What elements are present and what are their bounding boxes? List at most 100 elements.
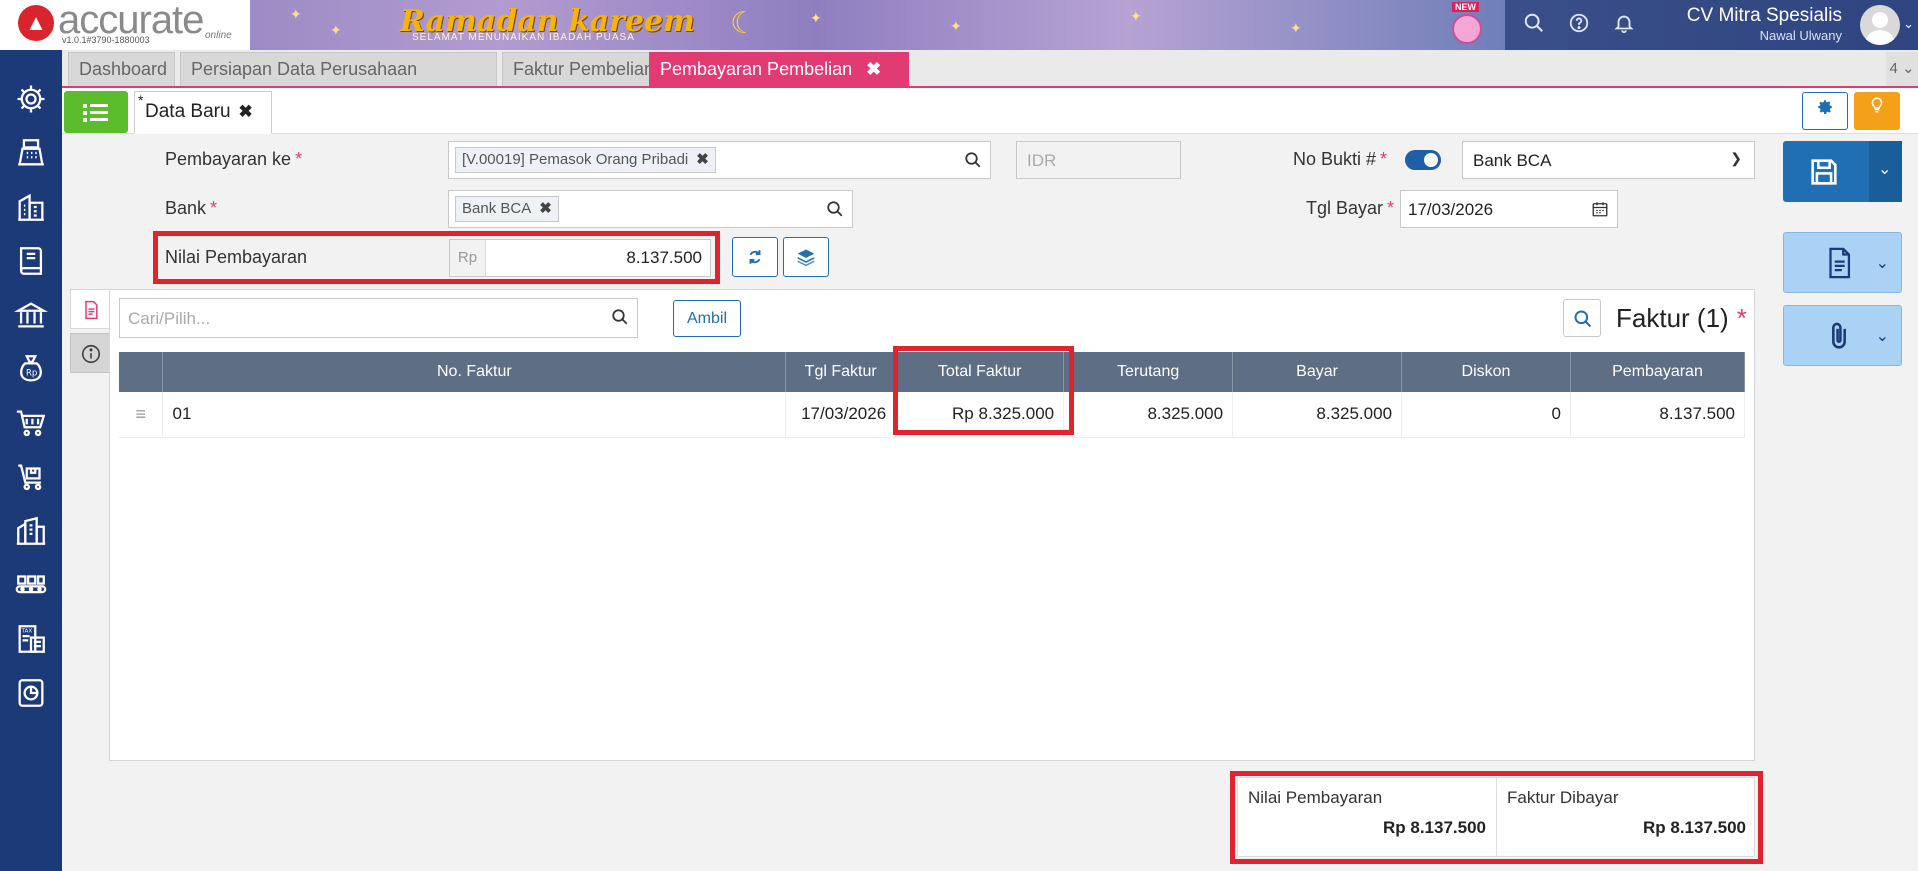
tab-count: 4 — [1889, 60, 1898, 77]
tips-button[interactable] — [1854, 92, 1900, 130]
attachment-button[interactable]: ⌄ — [1783, 305, 1902, 366]
highlight-box-total-faktur — [893, 346, 1074, 435]
invoice-search-input[interactable]: Cari/Pilih... — [119, 298, 638, 338]
print-document-button[interactable]: ⌄ — [1783, 232, 1902, 293]
tab-label: Faktur Pembelian — [513, 59, 655, 79]
tab-dashboard[interactable]: Dashboard — [68, 52, 175, 86]
bank-chip[interactable]: Bank BCA ✖ — [455, 196, 559, 222]
tab-label: Dashboard — [79, 59, 168, 79]
tax-icon[interactable]: TAX — [14, 622, 48, 656]
new-badge: NEW — [1452, 2, 1479, 12]
search-icon[interactable] — [964, 151, 982, 169]
layers-button[interactable] — [783, 237, 829, 277]
ramadan-banner: ✦ ✦ Ramadan kareem SELAMAT MENUNAIKAN IB… — [250, 0, 1505, 50]
pembayaran-ke-field[interactable]: [V.00019] Pemasok Orang Pribadi ✖ — [448, 141, 991, 179]
chevron-down-icon[interactable]: ⌄ — [1903, 16, 1914, 32]
label-text: Tgl Bayar — [1306, 198, 1384, 218]
vendor-chip[interactable]: [V.00019] Pemasok Orang Pribadi ✖ — [455, 147, 716, 173]
column-header-terutang[interactable]: Terutang — [1063, 352, 1234, 392]
settings-button[interactable] — [1802, 92, 1848, 130]
modified-mark: * — [138, 92, 144, 108]
faktur-title: Faktur (1) * — [1616, 303, 1747, 334]
search-icon[interactable] — [826, 200, 844, 218]
money-bag-icon[interactable]: Rp — [14, 352, 48, 386]
column-header-bayar[interactable]: Bayar — [1232, 352, 1403, 392]
tgl-bayar-label: Tgl Bayar * — [1306, 198, 1394, 219]
star-icon: ✦ — [1290, 20, 1302, 36]
close-icon[interactable]: ✖ — [696, 151, 709, 168]
top-right-area: CV Mitra Spesialis Nawal Ulwany ⌄ — [1505, 0, 1918, 50]
tab-detail[interactable] — [70, 289, 110, 329]
tab-info[interactable] — [70, 333, 110, 373]
no-bukti-value: Bank BCA — [1473, 151, 1552, 170]
refresh-button[interactable] — [732, 237, 778, 277]
tab-pembayaran-pembelian[interactable]: Pembayaran Pembelian ✖ — [649, 52, 909, 86]
close-icon[interactable]: ✖ — [239, 102, 253, 121]
doc-tab-data-baru[interactable]: * Data Baru ✖ — [134, 91, 272, 134]
close-icon[interactable]: ✖ — [866, 53, 881, 85]
star-icon: ✦ — [950, 18, 962, 34]
conveyor-icon[interactable] — [14, 568, 48, 602]
panel-search-button[interactable] — [1563, 299, 1601, 337]
highlight-box-summary — [1230, 771, 1763, 864]
column-header-pembayaran[interactable]: Pembayaran — [1570, 352, 1746, 392]
required-mark: * — [1387, 198, 1395, 218]
warehouse-icon[interactable] — [14, 514, 48, 548]
column-header-diskon[interactable]: Diskon — [1401, 352, 1571, 392]
chevron-down-icon: ❯ — [1730, 150, 1742, 166]
delivery-cart-icon[interactable] — [14, 460, 48, 494]
svg-text:Rp: Rp — [26, 368, 37, 378]
auto-number-toggle[interactable] — [1405, 150, 1441, 170]
gear-icon[interactable] — [14, 82, 48, 116]
tab-bar: Dashboard Persiapan Data Perusahaan Fakt… — [62, 50, 1918, 88]
tab-count-dropdown[interactable]: 4 ⌄ — [1886, 52, 1918, 86]
drag-handle-icon[interactable]: ≡ — [119, 392, 164, 438]
calendar-icon[interactable] — [1591, 200, 1609, 218]
avatar[interactable] — [1860, 5, 1900, 45]
tgl-bayar-field[interactable]: 17/03/2026 — [1400, 190, 1618, 228]
help-icon[interactable] — [1566, 12, 1592, 38]
search-placeholder: Cari/Pilih... — [128, 309, 211, 328]
no-bukti-select[interactable]: Bank BCA ❯ — [1462, 141, 1755, 179]
column-header-tgl-faktur[interactable]: Tgl Faktur — [785, 352, 897, 392]
ambil-button[interactable]: Ambil — [673, 300, 741, 337]
label-text: Bank — [165, 198, 207, 218]
chevron-down-icon: ⌄ — [1875, 328, 1889, 345]
bank-field[interactable]: Bank BCA ✖ — [448, 190, 853, 228]
search-icon[interactable] — [1521, 12, 1547, 38]
tab-persiapan-data[interactable]: Persiapan Data Perusahaan — [180, 52, 497, 86]
company-info[interactable]: CV Mitra Spesialis Nawal Ulwany — [1687, 5, 1842, 43]
no-bukti-label: No Bukti # * — [1293, 149, 1387, 170]
save-options-dropdown[interactable]: ⌄ — [1869, 141, 1902, 202]
faktur-title-text: Faktur (1) — [1616, 303, 1729, 333]
search-icon[interactable] — [611, 308, 629, 326]
accurate-logo-icon: ▲ — [18, 5, 54, 41]
highlight-box-nilai — [153, 231, 720, 284]
chevron-down-icon: ⌄ — [1878, 161, 1892, 178]
bank-chip-label: Bank BCA — [462, 200, 532, 217]
logo[interactable]: ▲ accurate online v1.0.1#3790-1880003 — [0, 0, 250, 50]
bank-icon[interactable] — [13, 298, 49, 332]
top-bar: ▲ accurate online v1.0.1#3790-1880003 ✦ … — [0, 0, 1918, 50]
cash-register-icon[interactable] — [14, 136, 48, 170]
tgl-bayar-value: 17/03/2026 — [1408, 200, 1494, 219]
cell-tgl-faktur: 17/03/2026 — [785, 392, 897, 438]
cell-diskon: 0 — [1401, 392, 1571, 438]
column-header-no-faktur[interactable]: No. Faktur — [162, 352, 787, 392]
new-feature-mascot[interactable]: NEW — [1448, 2, 1484, 46]
required-mark: * — [1380, 149, 1388, 169]
close-icon[interactable]: ✖ — [539, 200, 552, 217]
list-view-button[interactable] — [64, 91, 128, 133]
required-mark: * — [295, 149, 303, 169]
ledger-book-icon[interactable] — [14, 244, 48, 278]
save-button[interactable]: ⌄ — [1783, 141, 1902, 202]
cart-icon[interactable] — [14, 406, 48, 440]
logo-online: online — [205, 30, 232, 41]
building-icon[interactable] — [14, 190, 48, 224]
label-text: No Bukti # — [1293, 149, 1377, 169]
company-name: CV Mitra Spesialis — [1686, 5, 1842, 26]
bank-label: Bank * — [165, 198, 217, 219]
report-chart-icon[interactable] — [14, 676, 48, 710]
bell-icon[interactable] — [1611, 12, 1637, 38]
vendor-chip-label: [V.00019] Pemasok Orang Pribadi — [462, 151, 689, 168]
